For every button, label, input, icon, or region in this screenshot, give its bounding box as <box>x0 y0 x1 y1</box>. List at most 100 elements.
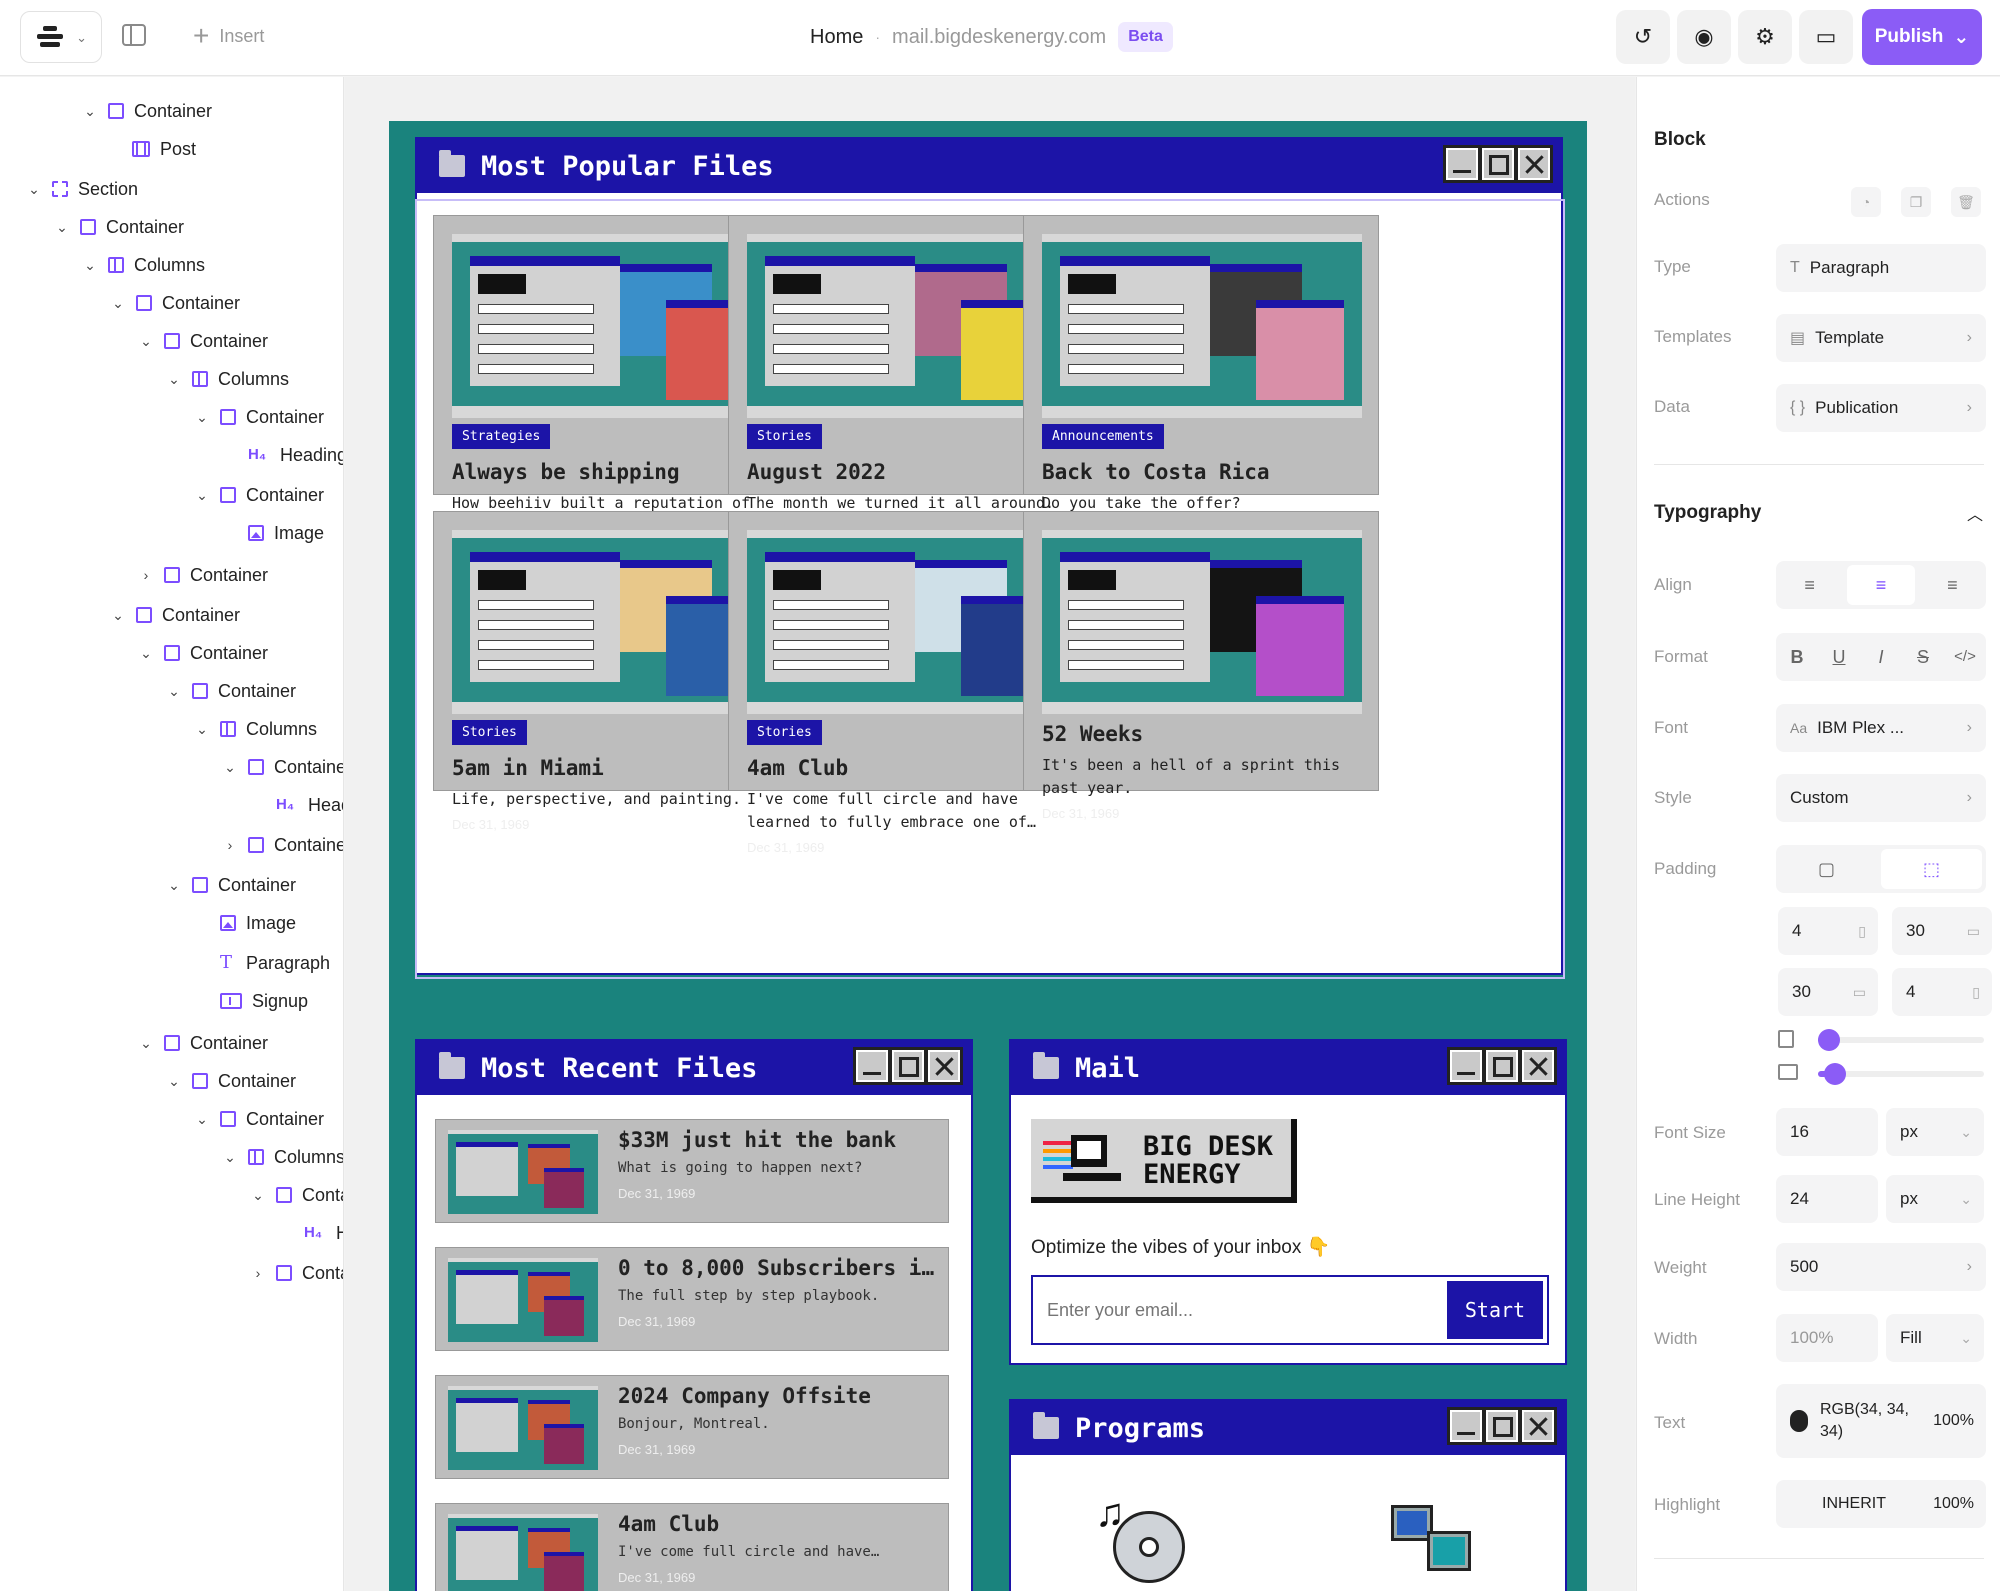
tree-item[interactable]: H₄ Heading <box>222 439 343 471</box>
insert-button[interactable]: + Insert <box>193 20 264 52</box>
post-title[interactable]: 4am Club <box>747 756 848 780</box>
font-size-unit-select[interactable]: px ⌄ <box>1886 1108 1984 1156</box>
tree-item[interactable]: ⌄ Section <box>26 173 138 205</box>
post-card[interactable]: Announcements Back to Costa Rica Do you ta… <box>1023 215 1379 536</box>
recent-post-card[interactable]: $33M just hit the bank What is going to h… <box>435 1119 949 1223</box>
width-input[interactable]: 100% <box>1776 1314 1878 1362</box>
palette-icon[interactable]: ◔ <box>1851 187 1881 217</box>
strikethrough-icon[interactable]: S <box>1902 637 1944 677</box>
email-input[interactable] <box>1047 1289 1407 1331</box>
tree-item[interactable]: Image <box>194 907 296 939</box>
trash-icon[interactable]: 🗑 <box>1951 187 1981 217</box>
padding-all-icon[interactable]: ▢ <box>1776 849 1877 889</box>
page-name[interactable]: Home <box>810 26 863 49</box>
tree-item[interactable]: Signup <box>194 985 308 1017</box>
tree-item[interactable]: ⌄ Container <box>82 95 212 127</box>
post-card[interactable]: 52 Weeks It's been a hell of a sprint thi… <box>1023 511 1379 821</box>
chevron-down-icon[interactable]: ⌄ <box>26 181 42 198</box>
post-title[interactable]: 2024 Company Offsite <box>618 1384 944 1408</box>
recent-post-card[interactable]: 2024 Company Offsite Bonjour, Montreal. De… <box>435 1375 949 1479</box>
padding-top-field[interactable]: 4 ▯ <box>1778 907 1878 955</box>
chevron-down-icon[interactable]: ⌄ <box>166 1073 182 1090</box>
chevron-down-icon[interactable]: ⌄ <box>194 721 210 738</box>
chevron-down-icon[interactable]: ⌄ <box>194 487 210 504</box>
post-title[interactable]: Back to Costa Rica <box>1042 460 1270 484</box>
minimize-icon[interactable] <box>1450 1410 1482 1442</box>
tree-item[interactable]: ⌄ Container <box>222 751 343 783</box>
chevron-down-icon[interactable]: ⌄ <box>82 103 98 120</box>
maximize-icon[interactable] <box>1486 1410 1518 1442</box>
chevron-down-icon[interactable]: ⌄ <box>138 645 154 662</box>
align-left-icon[interactable]: ≡ <box>1776 565 1843 605</box>
start-button[interactable]: Start <box>1447 1281 1543 1339</box>
recent-post-card[interactable]: 4am Club I've come full circle and have… D… <box>435 1503 949 1591</box>
chevron-down-icon[interactable]: ⌄ <box>138 333 154 350</box>
post-tag[interactable]: Strategies <box>452 424 551 449</box>
duplicate-icon[interactable]: ❐ <box>1901 187 1931 217</box>
color-swatch[interactable] <box>1790 1410 1808 1432</box>
close-icon[interactable] <box>1522 1410 1554 1442</box>
tree-item[interactable]: ⌄ Columns <box>222 1141 343 1173</box>
align-center-icon[interactable]: ≡ <box>1847 565 1915 605</box>
post-title[interactable]: August 2022 <box>747 460 886 484</box>
tree-item[interactable]: ⌄ Columns <box>166 363 289 395</box>
close-icon[interactable] <box>1518 148 1550 180</box>
chevron-down-icon[interactable]: ⌄ <box>166 683 182 700</box>
line-height-unit-select[interactable]: px ⌄ <box>1886 1175 1984 1223</box>
chevron-down-icon[interactable]: ⌄ <box>166 371 182 388</box>
post-title[interactable]: $33M just hit the bank <box>618 1128 944 1152</box>
post-title[interactable]: 4am Club <box>618 1512 944 1536</box>
preview-button[interactable]: ◉ <box>1677 10 1731 64</box>
text-color-field[interactable]: RGB(34, 34, 34) 100% <box>1776 1384 1986 1458</box>
page-section[interactable]: Most Popular Files Strategies Always be s… <box>389 121 1587 1591</box>
tree-item[interactable]: › Container <box>138 559 268 591</box>
post-title[interactable]: 52 Weeks <box>1042 722 1143 746</box>
chevron-down-icon[interactable]: ⌄ <box>194 1111 210 1128</box>
font-size-input[interactable]: 16 <box>1776 1108 1878 1156</box>
tree-item[interactable]: H₄ Heading <box>278 1217 343 1249</box>
tree-item[interactable]: ⌄ Container <box>166 869 296 901</box>
templates-select[interactable]: ▤ Template › <box>1776 314 1986 362</box>
post-tag[interactable]: Announcements <box>1042 424 1164 449</box>
style-select[interactable]: Custom › <box>1776 774 1986 822</box>
tree-item[interactable]: Post <box>106 133 196 165</box>
padding-bottom-field[interactable]: 4 ▯ <box>1892 968 1992 1016</box>
horizontal-padding-slider[interactable] <box>1818 1063 1984 1085</box>
tree-item[interactable]: ⌄ Columns <box>194 713 317 745</box>
post-tag[interactable]: Stories <box>747 424 822 449</box>
highlight-field[interactable]: INHERIT 100% <box>1776 1480 1986 1528</box>
chevron-down-icon[interactable]: ⌄ <box>222 759 238 776</box>
tree-item[interactable]: ⌄ Container <box>166 1065 296 1097</box>
chevron-down-icon[interactable]: ⌄ <box>82 257 98 274</box>
line-height-input[interactable]: 24 <box>1776 1175 1878 1223</box>
tree-item[interactable]: ⌄ Container <box>138 1027 268 1059</box>
chevron-up-icon[interactable]: ︿ <box>1967 501 1983 525</box>
font-select[interactable]: Aa IBM Plex ... › <box>1776 704 1986 752</box>
padding-individual-icon[interactable]: ⬚ <box>1881 849 1982 889</box>
tree-item[interactable]: H₄ Heading <box>250 789 343 821</box>
network-computers-icon[interactable] <box>1391 1505 1481 1585</box>
settings-button[interactable]: ⚙ <box>1738 10 1792 64</box>
tree-item[interactable]: T Paragraph <box>194 947 330 979</box>
chevron-down-icon[interactable]: ⌄ <box>138 1035 154 1052</box>
post-tag[interactable]: Stories <box>747 720 822 745</box>
tree-item[interactable]: ⌄ Columns <box>82 249 205 281</box>
close-icon[interactable] <box>1522 1050 1554 1082</box>
post-title[interactable]: Always be shipping <box>452 460 680 484</box>
padding-right-field[interactable]: 30 ▭ <box>1892 907 1992 955</box>
tree-item[interactable]: ⌄ Container <box>194 479 324 511</box>
maximize-icon[interactable] <box>1482 148 1514 180</box>
chevron-down-icon[interactable]: ⌄ <box>222 1149 238 1166</box>
minimize-icon[interactable] <box>1450 1050 1482 1082</box>
align-right-icon[interactable]: ≡ <box>1919 565 1986 605</box>
width-mode-select[interactable]: Fill ⌄ <box>1886 1314 1984 1362</box>
chevron-down-icon[interactable]: ⌄ <box>250 1187 266 1204</box>
chevron-right-icon[interactable]: › <box>222 837 238 853</box>
maximize-icon[interactable] <box>1486 1050 1518 1082</box>
data-select[interactable]: { } Publication › <box>1776 384 1986 432</box>
recent-post-card[interactable]: 0 to 8,000 Subscribers in 2… The full ste… <box>435 1247 949 1351</box>
chevron-down-icon[interactable]: ⌄ <box>166 877 182 894</box>
tree-item[interactable]: Image <box>222 517 324 549</box>
tree-item[interactable]: ⌄ Container <box>110 287 240 319</box>
publish-button[interactable]: Publish ⌄ <box>1862 9 1982 65</box>
